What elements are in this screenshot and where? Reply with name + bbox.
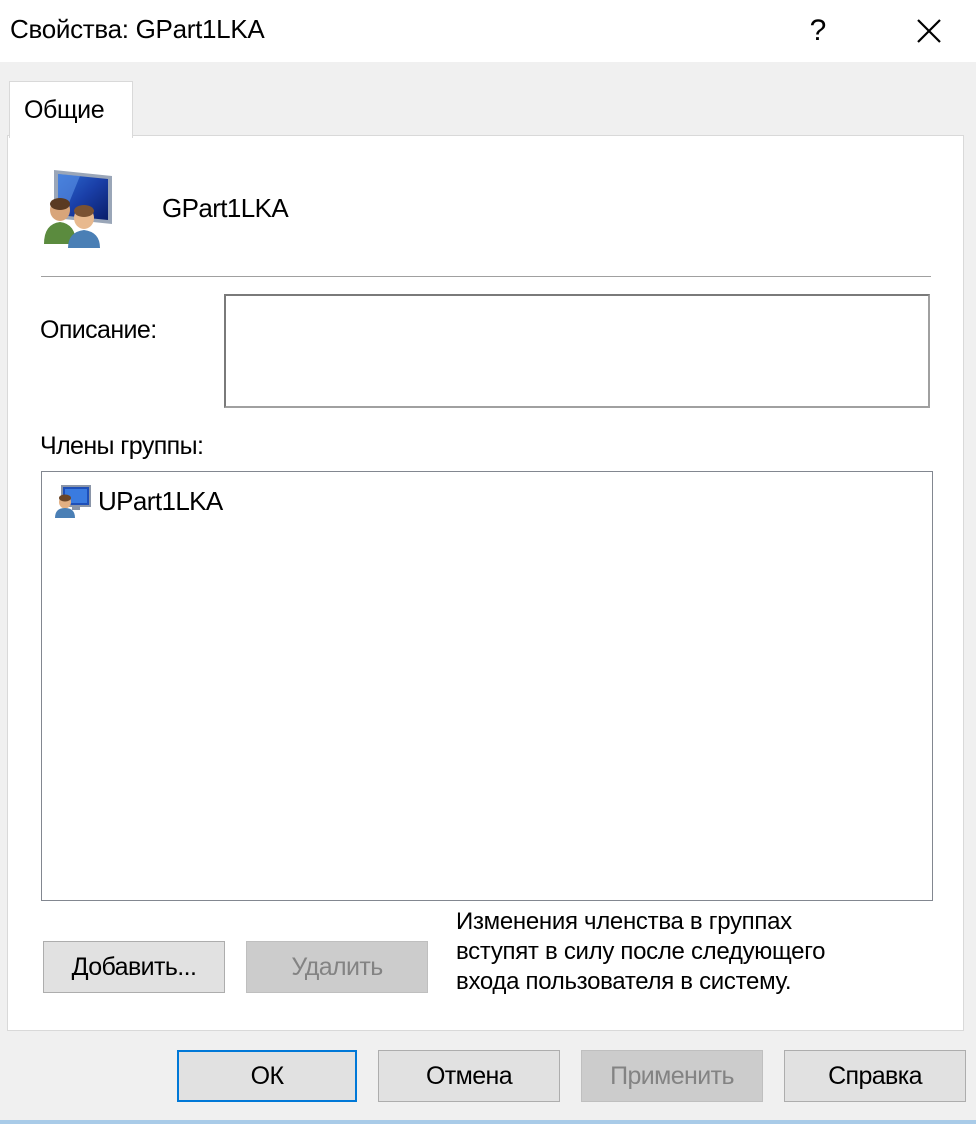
add-button[interactable]: Добавить...	[43, 941, 225, 993]
group-icon	[44, 170, 112, 248]
tab-general-label: Общие	[24, 96, 105, 124]
membership-note: Изменения членства в группах вступят в с…	[456, 907, 936, 997]
title-bar: Свойства: GPart1LKA ?	[0, 0, 976, 62]
note-line: вступят в силу после следующего	[456, 938, 826, 965]
members-label: Члены группы:	[40, 432, 204, 460]
description-label: Описание:	[40, 316, 157, 344]
apply-button[interactable]: Применить	[581, 1050, 763, 1102]
tab-general[interactable]: Общие	[9, 81, 133, 138]
close-button[interactable]	[898, 0, 960, 62]
member-name: UPart1LKA	[98, 486, 223, 516]
ok-button[interactable]: ОК	[177, 1050, 357, 1102]
note-line: Изменения членства в группах	[456, 908, 792, 935]
divider	[41, 276, 931, 277]
user-icon	[55, 485, 91, 518]
help-button[interactable]: ?	[790, 0, 846, 62]
members-list[interactable]: UPart1LKA	[41, 471, 933, 901]
description-field[interactable]	[224, 294, 930, 408]
help-footer-button[interactable]: Справка	[784, 1050, 966, 1102]
cancel-button[interactable]: Отмена	[378, 1050, 560, 1102]
window-border	[0, 1120, 976, 1124]
group-name: GPart1LKA	[162, 193, 289, 223]
properties-dialog: Свойства: GPart1LKA ? Общие GPart1LKA Оп…	[0, 0, 976, 1124]
close-icon	[917, 19, 941, 43]
note-line: входа пользователя в систему.	[456, 968, 792, 995]
window-title: Свойства: GPart1LKA	[10, 14, 265, 44]
remove-button[interactable]: Удалить	[246, 941, 428, 993]
